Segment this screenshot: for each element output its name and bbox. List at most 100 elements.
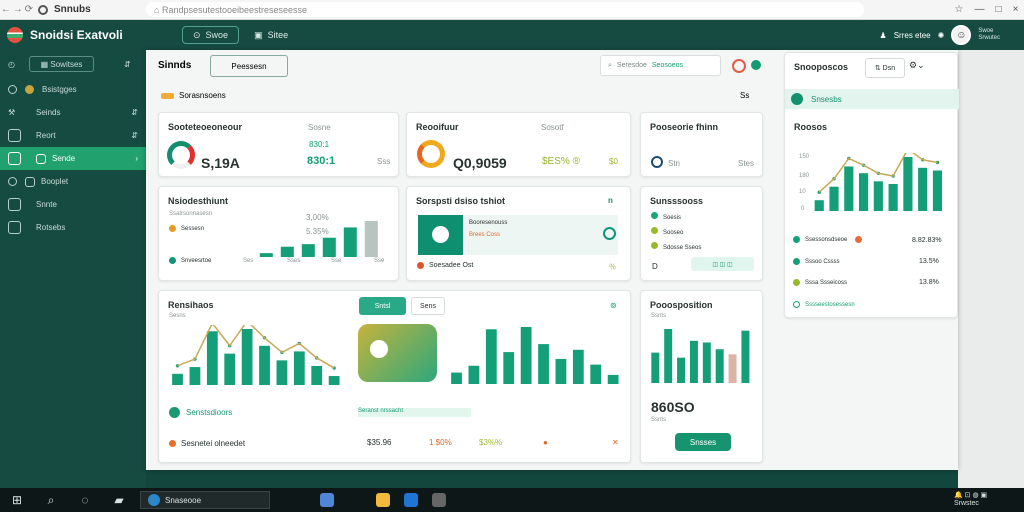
chart-bar-4 (343, 227, 357, 257)
dashboard-window: Sinnds Peessesn ⌕ Seresdoe Seosoeos Sorasn… (146, 50, 959, 470)
address-bar[interactable]: ⌂ Randpsesutestooeibeestreseseesse (146, 2, 864, 17)
chart-bar-0 (451, 372, 462, 384)
chart-bar-7 (918, 167, 928, 211)
target-icon (651, 156, 663, 168)
options-icon: ⇵ (131, 108, 138, 117)
sidebar-item-4[interactable]: Booplet (0, 170, 146, 193)
sidebar-item-5[interactable]: Snnte (0, 193, 146, 216)
chart-bar-2 (206, 331, 218, 385)
tab-chart[interactable]: Sntsl (359, 297, 406, 315)
right-panel-chip[interactable]: Snsesbs (785, 89, 959, 109)
window-controls: ☆ — □ × (949, 4, 1024, 15)
sidebar-item-0[interactable]: Bsistgges (0, 78, 146, 101)
toolbar-tab-active[interactable]: Sinnds (158, 60, 191, 71)
app-icon-1[interactable] (320, 493, 334, 507)
donut-chart-icon (167, 141, 195, 169)
maximize-icon[interactable]: □ (996, 4, 1002, 15)
chart-bar-5 (259, 345, 270, 385)
header-button-secondary[interactable]: ▣ Sitee (254, 26, 298, 44)
sidebar-item-1[interactable]: ⚒ Seinds ⇵ (0, 101, 146, 124)
chart-bar-7 (741, 330, 750, 383)
taskbar: ⊞ ⌕ ◌ ▰ Snaseooe 🔔 ⊡ ◍ ▣ Srwstec (0, 488, 1024, 512)
avatar[interactable]: ☺ (951, 25, 972, 45)
back-icon[interactable]: ← (1, 4, 11, 15)
sidebar-item-6[interactable]: Rotsebs (0, 216, 146, 239)
status-icon (751, 60, 761, 70)
lock-icon: ⌂ (154, 4, 160, 15)
close-icon[interactable]: × (1013, 4, 1019, 15)
folder-icon[interactable]: ▰ (102, 493, 136, 507)
bell-icon[interactable]: ✺ (938, 31, 945, 40)
globe-icon[interactable] (732, 59, 746, 73)
pin-icon[interactable]: ⇵ (124, 60, 131, 69)
chart-bar-6 (276, 360, 288, 385)
address-text: Randpsesutestooeibeestreseseesse (161, 4, 308, 15)
home-icon: ◴ (8, 59, 15, 69)
chart-bar-3 (322, 237, 336, 257)
chart-bar-1 (189, 367, 201, 385)
forward-icon[interactable]: → (13, 4, 23, 15)
folder-icon (161, 92, 174, 99)
sidebar: ◴ ▦ Sowitses ⇵ Bsistgges ⚒ Seinds ⇵ Reort ⇵ S… (0, 50, 146, 488)
sidebar-search-box[interactable]: ▦ Sowitses (28, 56, 94, 72)
gauge-card-visual (358, 324, 437, 382)
section-action[interactable]: Ss (740, 91, 749, 100)
browser-tab[interactable]: Snnubs (34, 4, 146, 15)
minimize-icon[interactable]: — (975, 4, 985, 15)
chart-bar-1 (829, 186, 839, 211)
search-icon[interactable]: ⌕ (34, 493, 68, 508)
app-logo (0, 27, 30, 43)
summary-card-2: Reooifuur Sosotf Q0,9059 $ES% ® $0 (406, 112, 631, 177)
sidebar-item-3[interactable]: Sende › (0, 147, 146, 170)
windows-start-icon[interactable]: ⊞ (0, 493, 34, 507)
settings-icon[interactable]: ⚙⌄ (909, 60, 925, 71)
summary-card-1: Sooteteoeoneour Sosne S,19A 830:1 830:1 … (158, 112, 399, 177)
chart-bar-2 (485, 329, 497, 384)
taskbar-search[interactable]: Snaseooe (140, 491, 270, 509)
background-dashboard (958, 50, 1024, 488)
toolbar-tab-secondary[interactable]: Peessesn (210, 55, 288, 77)
chart-bar-4 (873, 181, 883, 211)
chart-bar-3 (689, 340, 698, 383)
main-chart-card: Rensihaos Sesns Sntsl Sens ⊚ Senstsdioor… (158, 290, 631, 463)
play-icon[interactable] (603, 227, 616, 240)
chart-bar-9 (328, 376, 340, 385)
chat-icon[interactable]: ◌ (68, 493, 102, 507)
sidebar-item-2[interactable]: Reort ⇵ (0, 124, 146, 147)
app-icon-3[interactable] (404, 493, 418, 507)
composition-bar-chart (651, 329, 750, 383)
chart-bar-6 (903, 157, 913, 211)
search-icon: ⌕ (608, 61, 612, 69)
sidebar-search[interactable]: ◴ ▦ Sowitses ⇵ (0, 50, 146, 78)
chevron-right-icon: › (135, 154, 138, 163)
chart-bar-2 (301, 244, 315, 257)
right-panel: Snooposcos ⇅ Dsn ⚙⌄ Snsesbs Roosos 150 1… (784, 52, 959, 318)
refresh-icon[interactable]: ⟳ (25, 4, 33, 15)
app-icon-2[interactable] (376, 493, 390, 507)
chart-bar-5 (715, 349, 724, 383)
check-icon: ⊙ (193, 29, 201, 40)
chart-bar-2 (677, 357, 686, 383)
browser-nav: ← → ⟳ (0, 4, 34, 15)
chart-bar-7 (572, 349, 584, 384)
chart-bar-8 (932, 170, 943, 211)
right-panel-button[interactable]: ⇅ Dsn (865, 58, 905, 78)
search-input[interactable]: ⌕ Seresdoe Seosoeos (600, 55, 721, 76)
star-icon[interactable]: ☆ (955, 4, 964, 15)
header-button-primary[interactable]: ⊙ Swoe (182, 26, 240, 44)
composition-action-button[interactable]: Snsses (675, 433, 731, 451)
logo-icon (7, 27, 23, 43)
chart-bar-1 (280, 246, 294, 257)
header-user: ♟ Srres etee ✺ ☺ Swoe Srwutec (880, 25, 1024, 45)
chart-bar-6 (555, 358, 567, 384)
browser-tab-icon (38, 4, 48, 15)
line-bar-chart (172, 325, 340, 385)
status-chip[interactable]: ◫ ◫ ◫ (691, 257, 754, 271)
tab-secondary[interactable]: Sens (411, 297, 445, 315)
chart-bar-8 (590, 364, 602, 384)
chart-bar-3 (224, 353, 236, 385)
chart-bar-0 (814, 200, 824, 211)
app-icon-4[interactable] (432, 493, 446, 507)
chart-bar-1 (664, 329, 673, 383)
chart-bar-4 (241, 329, 253, 385)
